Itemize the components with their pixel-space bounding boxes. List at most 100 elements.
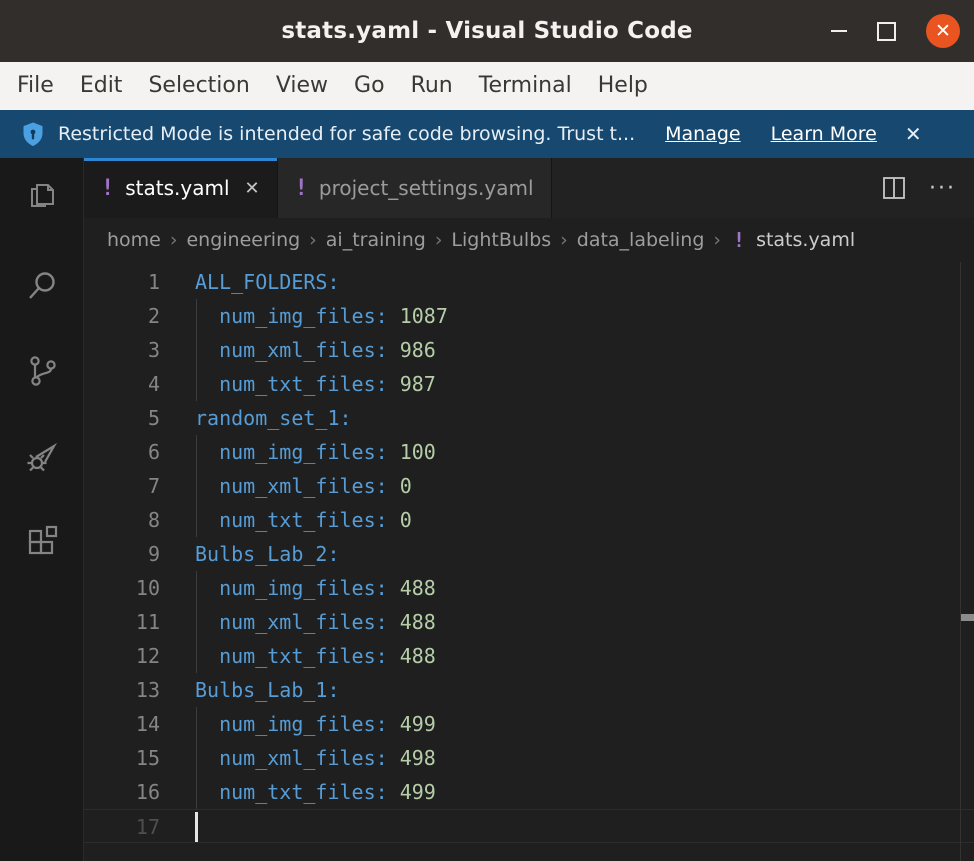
yaml-value: 488 [388,644,436,668]
yaml-key: num_img_files: [195,304,388,328]
yaml-value: 100 [388,440,436,464]
breadcrumb-file[interactable]: stats.yaml [755,229,856,251]
menu-item-view[interactable]: View [263,62,341,110]
tab-stats-yaml[interactable]: ! stats.yaml ✕ [84,158,278,218]
text-cursor [195,812,198,842]
code-line[interactable]: 4 num_txt_files: 987 [84,367,974,401]
explorer-icon[interactable] [23,177,61,215]
manage-link[interactable]: Manage [665,123,740,145]
line-content: num_txt_files: 488 [195,639,974,673]
yaml-value: 986 [388,338,436,362]
indent-guide [196,605,197,639]
code-line[interactable]: 17 [84,809,974,843]
line-content: num_txt_files: 499 [195,775,974,809]
line-number: 12 [84,639,160,673]
line-content: num_xml_files: 488 [195,605,974,639]
code-line[interactable]: 6 num_img_files: 100 [84,435,974,469]
indent-guide [196,333,197,367]
code-line[interactable]: 5random_set_1: [84,401,974,435]
line-number: 17 [84,810,160,842]
indent-guide [196,367,197,401]
yaml-key: num_txt_files: [195,508,388,532]
chevron-right-icon: › [301,229,325,251]
tab-label: project_settings.yaml [319,176,534,200]
indent-guide [196,571,197,605]
yaml-key: num_img_files: [195,440,388,464]
line-number: 10 [84,571,160,605]
menu-item-go[interactable]: Go [341,62,398,110]
yaml-value: 0 [388,474,412,498]
line-content: num_xml_files: 986 [195,333,974,367]
breadcrumb-item-engineering[interactable]: engineering [185,229,301,251]
yaml-key: num_xml_files: [195,610,388,634]
run-and-debug-icon[interactable] [23,436,61,474]
close-window-icon[interactable]: ✕ [926,14,960,48]
code-line[interactable]: 11 num_xml_files: 488 [84,605,974,639]
restricted-mode-banner: Restricted Mode is intended for safe cod… [0,110,974,158]
maximize-icon[interactable] [877,22,896,41]
split-editor-icon[interactable] [881,175,907,201]
indent-guide [196,299,197,333]
search-icon[interactable] [23,267,61,305]
indent-guide [196,707,197,741]
breadcrumb-item-ai_training[interactable]: ai_training [325,229,427,251]
breadcrumb-item-home[interactable]: home [106,229,162,251]
code-line[interactable]: 8 num_txt_files: 0 [84,503,974,537]
code-line[interactable]: 2 num_img_files: 1087 [84,299,974,333]
code-line[interactable]: 16 num_txt_files: 499 [84,775,974,809]
code-editor[interactable]: 1ALL_FOLDERS:2 num_img_files: 10873 num_… [84,262,974,861]
line-content: num_img_files: 499 [195,707,974,741]
line-number: 2 [84,299,160,333]
yaml-key: random_set_1: [195,406,352,430]
line-number: 16 [84,775,160,809]
yaml-value: 0 [388,508,412,532]
code-line[interactable]: 15 num_xml_files: 498 [84,741,974,775]
code-line[interactable]: 1ALL_FOLDERS: [84,265,974,299]
menu-item-selection[interactable]: Selection [135,62,262,110]
window-controls: ✕ [831,0,960,62]
main-region: ! stats.yaml ✕ ! project_settings.yaml ·… [0,158,974,861]
tab-label: stats.yaml [125,176,229,200]
code-line[interactable]: 9 Bulbs_Lab_2: [84,537,974,571]
code-line[interactable]: 10 num_img_files: 488 [84,571,974,605]
code-line[interactable]: 13 Bulbs_Lab_1: [84,673,974,707]
menu-item-file[interactable]: File [4,62,67,110]
menu-item-edit[interactable]: Edit [67,62,136,110]
window-title: stats.yaml - Visual Studio Code [281,18,692,44]
indent-guide [196,469,197,503]
extensions-icon[interactable] [23,522,61,560]
yaml-key: num_img_files: [195,712,388,736]
breadcrumb-item-data_labeling[interactable]: data_labeling [576,229,706,251]
line-number: 13 [84,673,160,707]
tab-close-icon[interactable]: ✕ [245,178,260,199]
menu-item-help[interactable]: Help [585,62,661,110]
line-content: Bulbs_Lab_1: [195,673,974,707]
line-content: num_txt_files: 0 [195,503,974,537]
menu-bar: FileEditSelectionViewGoRunTerminalHelp [0,62,974,110]
title-bar: stats.yaml - Visual Studio Code ✕ [0,0,974,62]
line-number: 6 [84,435,160,469]
more-actions-icon[interactable]: ··· [929,176,956,201]
code-line[interactable]: 3 num_xml_files: 986 [84,333,974,367]
code-line[interactable]: 7 num_xml_files: 0 [84,469,974,503]
code-line[interactable]: 14 num_img_files: 499 [84,707,974,741]
menu-item-terminal[interactable]: Terminal [466,62,585,110]
banner-close-icon[interactable]: ✕ [905,122,922,146]
line-number: 3 [84,333,160,367]
yaml-key: num_txt_files: [195,644,388,668]
line-content: Bulbs_Lab_2: [195,537,974,571]
line-number: 9 [84,537,160,571]
learn-more-link[interactable]: Learn More [771,123,877,145]
tab-project-settings-yaml[interactable]: ! project_settings.yaml [278,158,552,218]
menu-item-run[interactable]: Run [398,62,466,110]
minimize-icon[interactable] [831,30,847,32]
chevron-right-icon: › [162,229,186,251]
chevron-right-icon: › [705,229,729,251]
yaml-key: num_xml_files: [195,474,388,498]
line-content: num_txt_files: 987 [195,367,974,401]
code-line[interactable]: 12 num_txt_files: 488 [84,639,974,673]
source-control-icon[interactable] [23,352,61,390]
breadcrumb-item-lightbulbs[interactable]: LightBulbs [450,229,552,251]
banner-message: Restricted Mode is intended for safe cod… [58,123,635,145]
yaml-key: num_xml_files: [195,338,388,362]
